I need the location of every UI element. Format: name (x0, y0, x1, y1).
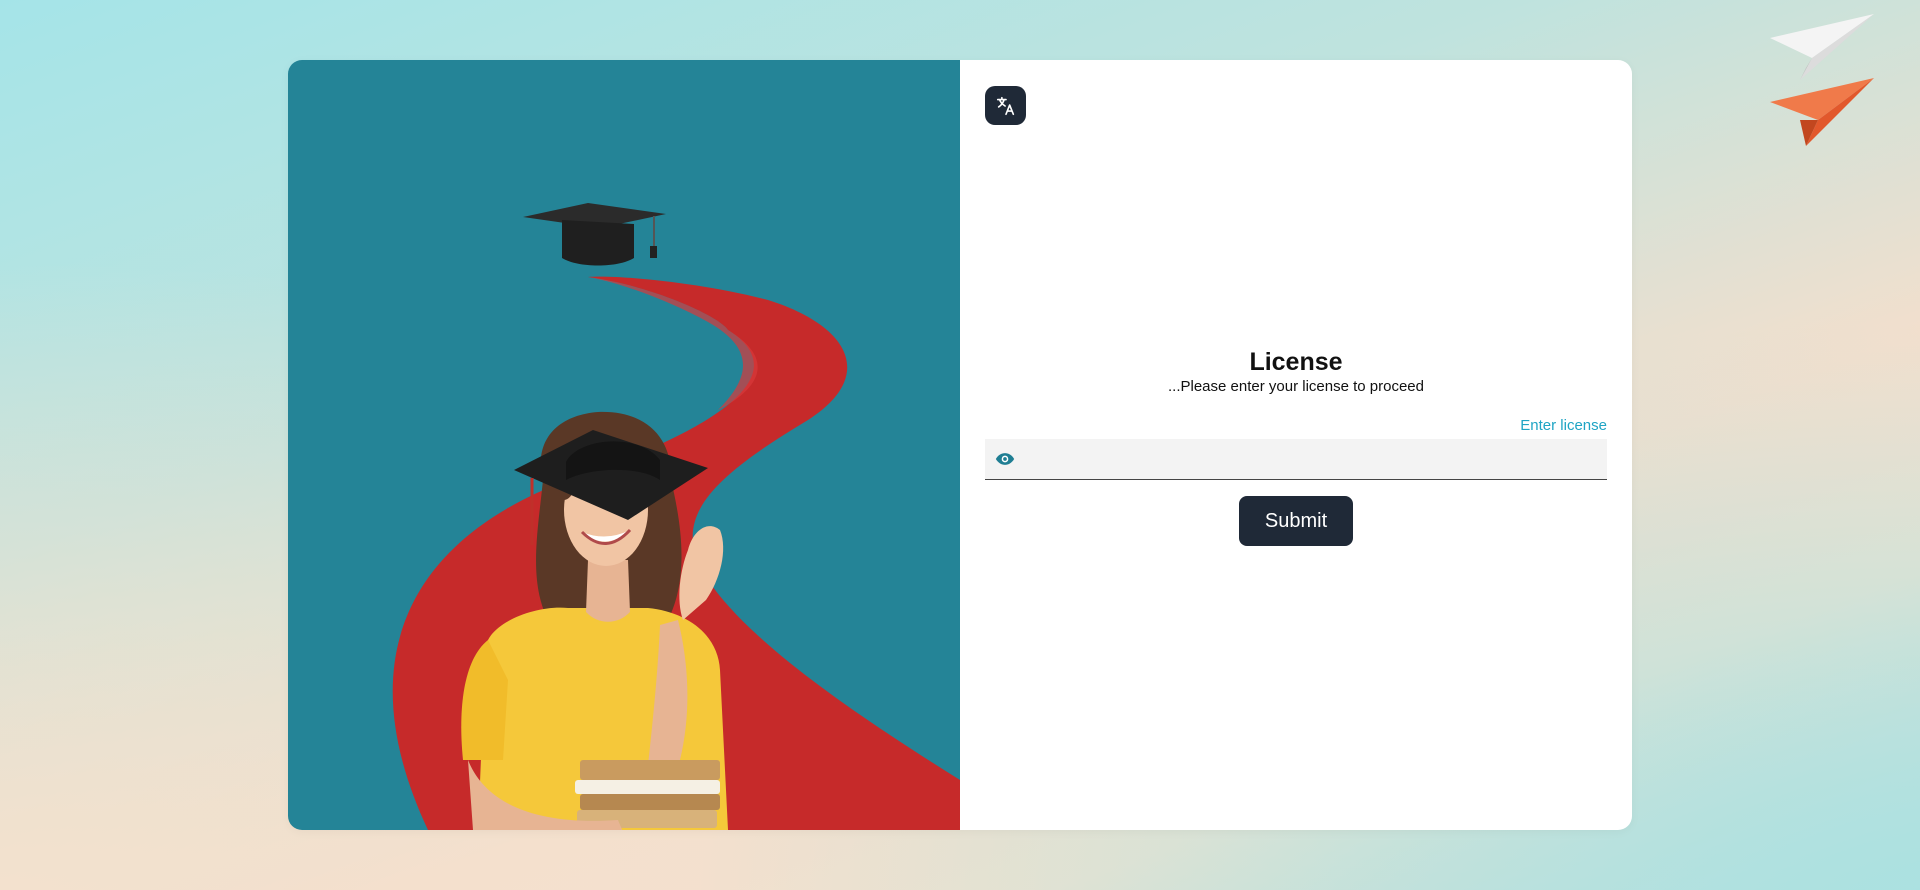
paper-plane-icon (1770, 14, 1874, 146)
eye-icon[interactable] (994, 448, 1016, 470)
form-panel: License ...Please enter your license to … (960, 60, 1632, 830)
form-subtitle: ...Please enter your license to proceed (1168, 378, 1424, 395)
license-input[interactable] (1016, 439, 1607, 479)
floating-graduation-cap (523, 203, 666, 266)
white-paper-plane (1770, 14, 1874, 80)
translate-icon (996, 96, 1014, 115)
graduation-illustration (392, 203, 960, 830)
license-card: License ...Please enter your license to … (288, 60, 1632, 830)
license-field-label: Enter license (1520, 417, 1607, 434)
language-button[interactable] (985, 86, 1026, 125)
stack-of-books (575, 760, 720, 828)
illustration-panel (288, 60, 960, 830)
orange-paper-plane (1770, 78, 1874, 146)
submit-button[interactable]: Submit (1239, 496, 1353, 546)
form-title: License (1249, 348, 1343, 376)
license-field (985, 439, 1607, 480)
